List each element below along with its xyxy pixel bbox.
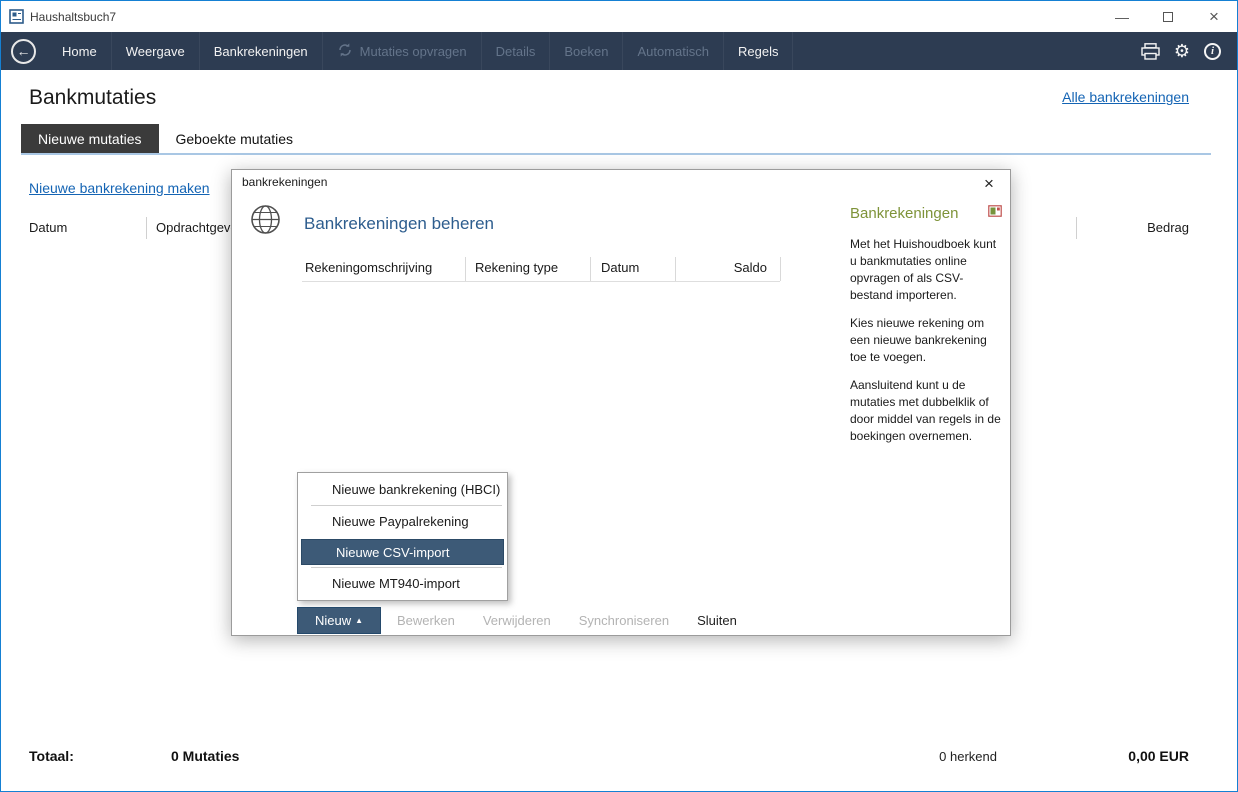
minimize-button[interactable]: — [1099,1,1145,32]
column-header-opdrachtgever[interactable]: Opdrachtgever [156,220,242,235]
titlebar: Haushaltsbuch7 — × [1,1,1237,32]
nav-label: Automatisch [637,44,709,59]
grid-header-rekeningomschrijving[interactable]: Rekeningomschrijving [305,260,432,275]
nav-label: Bankrekeningen [214,44,308,59]
nav-label: Weergave [126,44,185,59]
help-paragraph: Aansluitend kunt u de mutaties met dubbe… [850,377,1002,445]
nav-right-icons: ⚙ i [1141,41,1237,62]
nav-item-automatisch[interactable]: Automatisch [623,32,724,70]
nav-label: Mutaties opvragen [360,44,467,59]
app-icon [9,9,24,24]
grid-header-saldo[interactable]: Saldo [677,260,767,275]
grid-column-separator [675,257,676,281]
grid-column-separator [465,257,466,281]
menu-item-paypal[interactable]: Nieuwe Paypalrekening [298,505,507,537]
help-panel-title: Bankrekeningen [850,205,958,222]
status-herkend-count: 0 herkend [939,749,997,764]
grid-column-separator [590,257,591,281]
nav-item-details[interactable]: Details [482,32,551,70]
nav-label: Details [496,44,536,59]
status-total-amount: 0,00 EUR [1128,748,1189,764]
back-button[interactable]: ← [11,39,36,64]
window-controls: — × [1099,1,1237,32]
tab-geboekte-mutaties[interactable]: Geboekte mutaties [159,124,311,154]
column-separator [146,217,147,239]
grid-header-datum[interactable]: Datum [601,260,639,275]
bewerken-button[interactable]: Bewerken [385,608,467,633]
nav-label: Boeken [564,44,608,59]
new-bankaccount-link[interactable]: Nieuwe bankrekening maken [29,180,210,196]
maximize-icon [1163,12,1173,22]
dialog-close-icon[interactable]: × [976,172,1002,196]
nav-label: Regels [738,44,778,59]
dialog-button-row: Nieuw ▲ Bewerken Verwijderen Synchronise… [297,607,749,634]
synchroniseren-button[interactable]: Synchroniseren [567,608,681,633]
nav-item-mutaties-opvragen[interactable]: Mutaties opvragen [323,32,482,70]
column-header-datum[interactable]: Datum [29,220,67,235]
help-paragraph: Met het Huishoudboek kunt u bankmutaties… [850,236,1002,304]
nav-item-regels[interactable]: Regels [724,32,793,70]
nieuw-button-label: Nieuw [315,613,351,628]
page-title: Bankmutaties [29,86,156,110]
help-paragraph: Kies nieuwe rekening om een nieuwe bankr… [850,315,1002,366]
globe-icon [250,204,281,240]
app-window: Haushaltsbuch7 — × ← Home Weergave Bankr… [0,0,1238,792]
dialog-title: bankrekeningen [242,175,327,189]
dialog-help-panel: Bankrekeningen Met het Huishoudboek kunt… [850,204,1002,456]
gear-icon[interactable]: ⚙ [1174,41,1190,62]
tab-nieuwe-mutaties[interactable]: Nieuwe mutaties [21,124,159,154]
menu-item-csv-import[interactable]: Nieuwe CSV-import [301,539,504,565]
nav-item-boeken[interactable]: Boeken [550,32,623,70]
nav-ribbon: ← Home Weergave Bankrekeningen Mutaties … [1,32,1237,70]
tab-bar: Nieuwe mutaties Geboekte mutaties [21,124,310,154]
nav-label: Home [62,44,97,59]
menu-item-hbci[interactable]: Nieuwe bankrekening (HBCI) [298,473,507,505]
grid-header-underline [302,281,780,282]
menu-item-mt940-import[interactable]: Nieuwe MT940-import [298,567,507,599]
panel-icon [988,204,1002,222]
app-title: Haushaltsbuch7 [30,10,116,24]
sluiten-button[interactable]: Sluiten [685,608,749,633]
dialog-header: Bankrekeningen beheren [304,214,494,234]
nieuw-button[interactable]: Nieuw ▲ [297,607,381,634]
grid-header-rekening-type[interactable]: Rekening type [475,260,558,275]
sync-icon [337,42,353,61]
new-account-dropdown-menu: Nieuwe bankrekening (HBCI) Nieuwe Paypal… [297,472,508,601]
status-total-label: Totaal: [29,748,74,764]
info-icon[interactable]: i [1204,43,1221,60]
chevron-up-icon: ▲ [355,617,363,625]
column-header-bedrag[interactable]: Bedrag [1147,220,1189,235]
nav-item-bankrekeningen[interactable]: Bankrekeningen [200,32,323,70]
column-separator [1076,217,1077,239]
verwijderen-button[interactable]: Verwijderen [471,608,563,633]
bankrekeningen-dialog: bankrekeningen × Bankrekeningen beheren … [231,169,1011,636]
tab-divider [21,153,1211,155]
grid-column-separator [780,257,781,281]
print-icon[interactable] [1141,43,1160,60]
all-bankaccounts-link[interactable]: Alle bankrekeningen [1062,89,1189,105]
maximize-button[interactable] [1145,1,1191,32]
nav-item-home[interactable]: Home [48,32,112,70]
status-mutaties-count: 0 Mutaties [171,748,239,764]
close-button[interactable]: × [1191,1,1237,32]
nav-item-weergave[interactable]: Weergave [112,32,200,70]
